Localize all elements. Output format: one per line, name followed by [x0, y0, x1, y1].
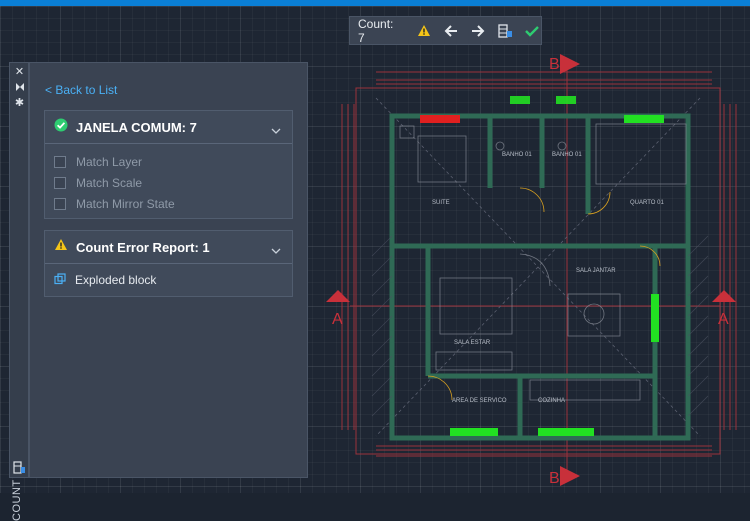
- room-label: COZINHA: [538, 398, 565, 404]
- window-highlight: [538, 428, 594, 436]
- palette-title-strip: ✕ ✱ COUNT: [9, 62, 29, 521]
- window-highlight: [556, 96, 576, 104]
- match-layer-option: Match Layer: [45, 151, 292, 172]
- chevron-down-icon[interactable]: [271, 242, 281, 260]
- count-toolbar: Count: 7: [349, 16, 542, 45]
- match-mirror-checkbox[interactable]: [54, 197, 66, 210]
- error-window-highlight: [420, 115, 460, 123]
- match-layer-label: Match Layer: [76, 154, 143, 169]
- section-label-a-right: A: [718, 311, 729, 328]
- exploded-block-icon: [54, 272, 66, 288]
- close-icon[interactable]: ✕: [13, 66, 26, 78]
- chevron-down-icon[interactable]: [271, 122, 281, 140]
- count-palette-icon: [13, 461, 26, 474]
- room-label: QUARTO 01: [630, 200, 664, 206]
- arrow-left-icon[interactable]: [442, 22, 460, 40]
- exploded-block-label: Exploded block: [75, 273, 157, 287]
- autohide-icon[interactable]: [13, 82, 26, 94]
- room-label: SALA ESTAR: [454, 340, 491, 346]
- count-palette: < Back to List JANELA COMUM: 7 Match Lay…: [29, 62, 308, 478]
- window-highlight: [651, 294, 659, 342]
- error-group-header[interactable]: Count Error Report: 1: [45, 231, 292, 264]
- block-count-group: JANELA COMUM: 7 Match Layer Match Scale …: [44, 110, 293, 219]
- match-mirror-label: Match Mirror State: [76, 196, 175, 211]
- palette-title: COUNT: [11, 479, 23, 521]
- arrow-right-icon[interactable]: [469, 22, 487, 40]
- room-label: SUITE: [432, 200, 450, 206]
- match-scale-checkbox[interactable]: [54, 176, 66, 189]
- match-scale-label: Match Scale: [76, 175, 143, 190]
- match-mirror-option: Match Mirror State: [45, 193, 292, 214]
- room-label: BANHO 01: [552, 152, 582, 158]
- success-check-icon: [54, 118, 68, 137]
- insert-count-table-icon[interactable]: [496, 22, 514, 40]
- match-scale-option: Match Scale: [45, 172, 292, 193]
- warning-icon: [54, 238, 68, 256]
- room-label: SALA JANTAR: [576, 268, 616, 274]
- error-group-title: Count Error Report: 1: [76, 239, 210, 255]
- room-label: AREA DE SERVICO: [452, 398, 507, 404]
- check-icon[interactable]: [523, 22, 541, 40]
- block-group-header[interactable]: JANELA COMUM: 7: [45, 111, 292, 144]
- window-highlight: [450, 428, 498, 436]
- back-to-list-link[interactable]: < Back to List: [45, 83, 117, 97]
- section-label-b-top: B: [549, 56, 560, 73]
- properties-icon[interactable]: ✱: [13, 97, 26, 109]
- match-layer-checkbox[interactable]: [54, 155, 66, 168]
- warning-icon[interactable]: [415, 22, 433, 40]
- section-label-b-bottom: B: [549, 470, 560, 487]
- room-label: BANHO 01: [502, 152, 532, 158]
- count-label: Count: 7: [358, 16, 394, 45]
- block-group-title: JANELA COMUM: 7: [76, 119, 197, 135]
- window-highlight: [510, 96, 530, 104]
- exploded-block-item[interactable]: Exploded block: [45, 264, 292, 296]
- section-label-a-left: A: [332, 311, 343, 328]
- window-highlight: [624, 115, 664, 123]
- count-error-group: Count Error Report: 1 Exploded block: [44, 230, 293, 297]
